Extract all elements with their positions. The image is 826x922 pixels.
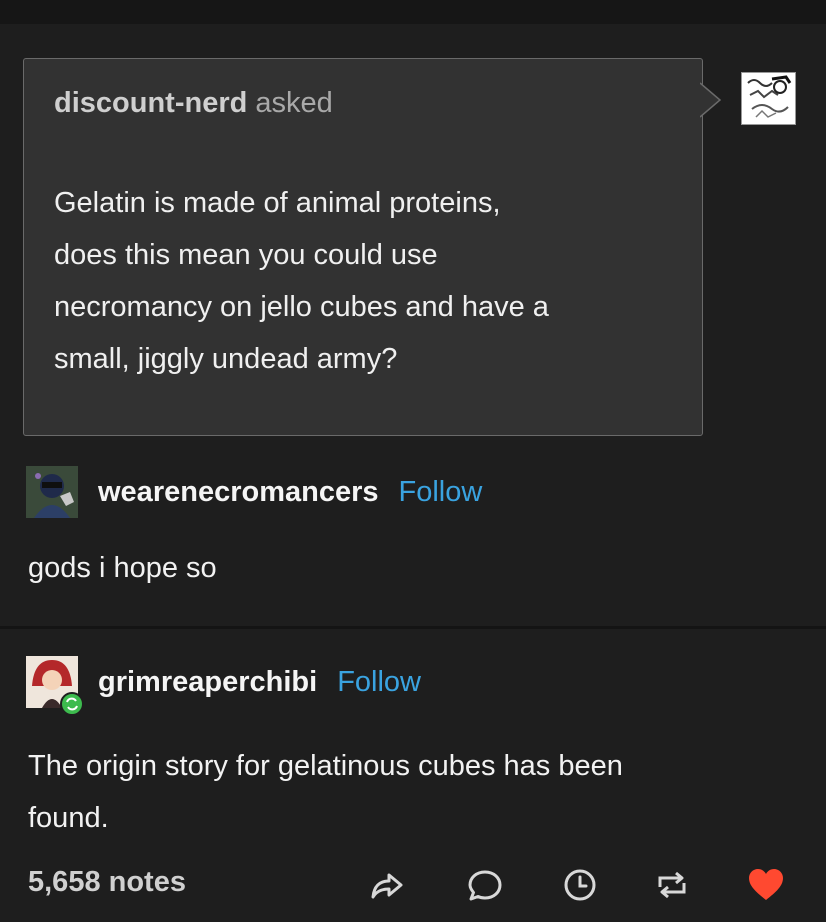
- follow-button[interactable]: Follow: [337, 666, 421, 699]
- asked-label: asked: [255, 87, 333, 119]
- asker-avatar[interactable]: [741, 72, 796, 125]
- ask-question-line: Gelatin is made of animal proteins,: [54, 187, 501, 219]
- username[interactable]: wearenecromancers: [98, 476, 379, 509]
- ask-question-line: necromancy on jello cubes and have a: [54, 291, 549, 323]
- like-icon[interactable]: [746, 865, 786, 905]
- ask-question-line: does this mean you could use: [54, 239, 438, 271]
- follow-button[interactable]: Follow: [399, 476, 483, 509]
- share-icon[interactable]: [367, 865, 407, 905]
- post-header: grimreaperchibi Follow: [26, 656, 421, 716]
- post-body: gods i hope so: [28, 552, 217, 584]
- reblog-icon[interactable]: [652, 865, 692, 905]
- post-body: The origin story for gelatinous cubes ha…: [28, 740, 623, 844]
- ask-box: discount-nerd asked Gelatin is made of a…: [23, 58, 703, 436]
- ask-header: discount-nerd asked: [54, 87, 333, 120]
- divider: [0, 626, 826, 629]
- ask-question: Gelatin is made of animal proteins, does…: [54, 177, 674, 385]
- reply-icon[interactable]: [465, 865, 505, 905]
- ask-question-line: small, jiggly undead army?: [54, 343, 398, 375]
- top-bar: [0, 0, 826, 24]
- asker-username[interactable]: discount-nerd: [54, 87, 247, 119]
- user-avatar[interactable]: [26, 466, 78, 518]
- post-header: wearenecromancers Follow: [26, 466, 482, 518]
- post-body-line: The origin story for gelatinous cubes ha…: [28, 750, 623, 782]
- user-avatar[interactable]: [26, 656, 84, 716]
- reblog-badge-icon: [60, 692, 84, 716]
- post-body-line: found.: [28, 802, 109, 834]
- notes-count[interactable]: 5,658 notes: [28, 866, 186, 899]
- queue-icon[interactable]: [560, 865, 600, 905]
- username[interactable]: grimreaperchibi: [98, 666, 317, 699]
- ask-pointer: [700, 82, 722, 118]
